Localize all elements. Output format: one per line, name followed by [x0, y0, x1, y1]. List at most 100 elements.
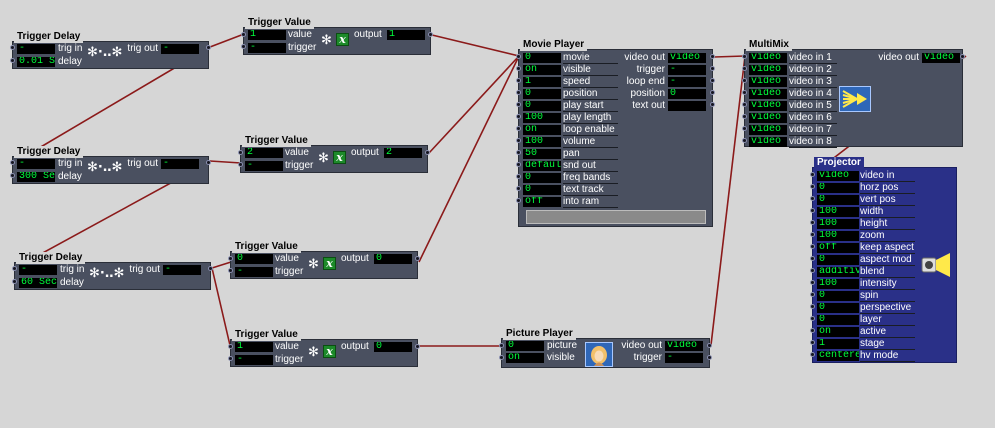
- input-value[interactable]: 1: [817, 339, 859, 349]
- inlet-port[interactable]: [810, 268, 815, 273]
- input-value[interactable]: 0: [523, 173, 561, 183]
- inlet-port[interactable]: [742, 66, 747, 71]
- input-value[interactable]: centered: [817, 351, 859, 361]
- outlet-video-out[interactable]: [707, 343, 712, 348]
- input-value[interactable]: 0: [523, 53, 561, 63]
- input-value[interactable]: on: [817, 327, 859, 337]
- value-field[interactable]: 2: [245, 148, 283, 158]
- inlet-trig-in[interactable]: [12, 266, 17, 271]
- outlet-port[interactable]: [710, 54, 715, 59]
- inlet-trigger[interactable]: [238, 162, 243, 167]
- inlet-port[interactable]: [810, 232, 815, 237]
- inlet-port[interactable]: [516, 174, 521, 179]
- trig-in-value[interactable]: -: [17, 159, 55, 169]
- outlet-trig-out[interactable]: [208, 266, 213, 271]
- input-value[interactable]: off: [817, 243, 859, 253]
- input-value[interactable]: 100: [523, 113, 561, 123]
- actor-title[interactable]: MultiMix: [746, 39, 792, 51]
- trigger-value-4[interactable]: Trigger Value 1 value - trigger ✻ x outp…: [228, 329, 420, 367]
- actor-title[interactable]: Projector: [814, 157, 864, 169]
- outlet-port[interactable]: [710, 90, 715, 95]
- inlet-port[interactable]: [810, 184, 815, 189]
- inlet-port[interactable]: [516, 114, 521, 119]
- input-value[interactable]: video: [749, 137, 787, 147]
- trig-in-value[interactable]: -: [17, 44, 55, 54]
- trig-in-value[interactable]: -: [19, 265, 57, 275]
- outlet-trigger[interactable]: [707, 355, 712, 360]
- inlet-trigger[interactable]: [228, 268, 233, 273]
- trigger-delay-2[interactable]: Trigger Delay - trig in 300 Sec delay ✻·…: [10, 146, 211, 184]
- inlet-port[interactable]: [516, 126, 521, 131]
- input-value[interactable]: 0: [523, 101, 561, 111]
- value-field[interactable]: 0: [235, 254, 273, 264]
- inlet-port[interactable]: [810, 220, 815, 225]
- inlet-value[interactable]: [228, 344, 233, 349]
- picture-value[interactable]: 0: [506, 341, 544, 351]
- trigger-field[interactable]: -: [235, 267, 273, 277]
- outlet-output[interactable]: [428, 32, 433, 37]
- inlet-port[interactable]: [516, 102, 521, 107]
- inlet-port[interactable]: [742, 54, 747, 59]
- input-value[interactable]: video: [749, 101, 787, 111]
- inlet-value[interactable]: [238, 150, 243, 155]
- inlet-port[interactable]: [516, 66, 521, 71]
- inlet-value[interactable]: [241, 32, 246, 37]
- value-field[interactable]: 1: [235, 342, 273, 352]
- outlet-output[interactable]: [415, 256, 420, 261]
- inlet-port[interactable]: [742, 114, 747, 119]
- outlet-port[interactable]: [710, 66, 715, 71]
- inlet-port[interactable]: [516, 186, 521, 191]
- input-value[interactable]: 0: [817, 195, 859, 205]
- movie-player[interactable]: Movie Player 0 movie on visible 1 speed 0 posit…: [516, 39, 715, 227]
- input-value[interactable]: default: [523, 161, 561, 171]
- inlet-port[interactable]: [742, 78, 747, 83]
- input-value[interactable]: 0: [817, 303, 859, 313]
- input-value[interactable]: off: [523, 197, 561, 207]
- inlet-trigger[interactable]: [228, 356, 233, 361]
- input-value[interactable]: 0: [817, 315, 859, 325]
- inlet-port[interactable]: [810, 340, 815, 345]
- input-value[interactable]: 0: [817, 255, 859, 265]
- inlet-port[interactable]: [516, 90, 521, 95]
- actor-title[interactable]: Trigger Delay: [14, 146, 84, 158]
- actor-title[interactable]: Picture Player: [503, 328, 576, 340]
- actor-title[interactable]: Trigger Value: [232, 241, 301, 253]
- actor-title[interactable]: Trigger Delay: [16, 252, 86, 264]
- input-value[interactable]: 100: [817, 219, 859, 229]
- input-value[interactable]: 100: [523, 137, 561, 147]
- outlet-port[interactable]: [710, 78, 715, 83]
- inlet-port[interactable]: [516, 162, 521, 167]
- inlet-port[interactable]: [810, 244, 815, 249]
- input-value[interactable]: 0: [817, 183, 859, 193]
- inlet-port[interactable]: [810, 304, 815, 309]
- actor-title[interactable]: Movie Player: [520, 39, 588, 51]
- inlet-port[interactable]: [810, 292, 815, 297]
- input-value[interactable]: 100: [817, 231, 859, 241]
- inlet-port[interactable]: [742, 126, 747, 131]
- trigger-field[interactable]: -: [248, 43, 286, 53]
- inlet-port[interactable]: [810, 316, 815, 321]
- projector[interactable]: Projector video video in 0 horz pos 0 vert po…: [810, 157, 957, 363]
- outlet-trig-out[interactable]: [206, 45, 211, 50]
- inlet-trigger[interactable]: [241, 44, 246, 49]
- inlet-visible[interactable]: [499, 355, 504, 360]
- inlet-port[interactable]: [742, 90, 747, 95]
- outlet-port[interactable]: [960, 54, 965, 59]
- input-value[interactable]: 100: [817, 207, 859, 217]
- trigger-delay-1[interactable]: Trigger Delay - trig in 0.01 Sec delay ✻…: [10, 31, 211, 69]
- input-value[interactable]: 50: [523, 149, 561, 159]
- delay-value[interactable]: 0.01 Sec: [17, 57, 55, 67]
- inlet-port[interactable]: [516, 78, 521, 83]
- inlet-picture[interactable]: [499, 343, 504, 348]
- inlet-port[interactable]: [516, 138, 521, 143]
- input-value[interactable]: 0: [817, 291, 859, 301]
- trigger-delay-3[interactable]: Trigger Delay - trig in 60 Sec delay ✻·‥…: [12, 252, 213, 290]
- actor-title[interactable]: Trigger Delay: [14, 31, 84, 43]
- actor-title[interactable]: Trigger Value: [232, 329, 301, 341]
- inlet-trig-in[interactable]: [10, 45, 15, 50]
- input-value[interactable]: 0: [523, 89, 561, 99]
- multimix[interactable]: MultiMix video video in 1 video video in 2v…: [742, 39, 965, 148]
- outlet-output[interactable]: [425, 150, 430, 155]
- input-value[interactable]: video: [749, 65, 787, 75]
- inlet-port[interactable]: [810, 352, 815, 357]
